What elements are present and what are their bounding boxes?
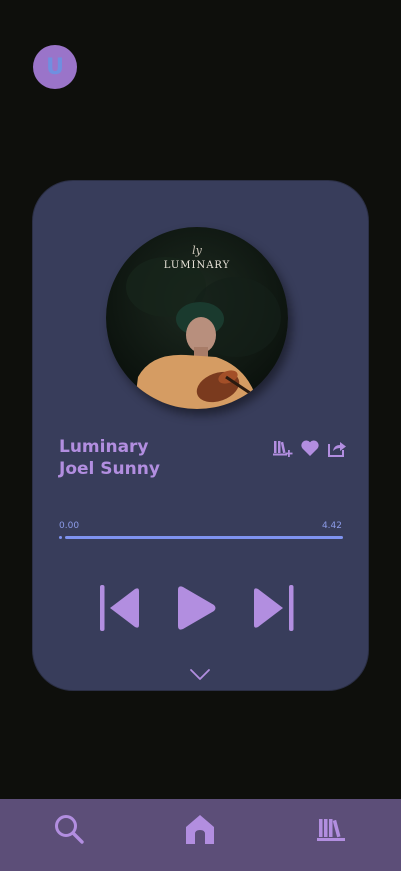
skip-previous-icon — [100, 585, 139, 631]
profile-avatar[interactable]: U — [33, 45, 77, 89]
share-icon[interactable] — [327, 438, 347, 458]
current-time: 0.00 — [59, 521, 80, 531]
track-artist: Joel Sunny — [59, 459, 160, 479]
track-title: Luminary — [59, 437, 149, 457]
nav-home[interactable] — [184, 813, 216, 845]
home-icon — [186, 815, 214, 844]
search-icon — [55, 815, 84, 844]
profile-initial: U — [46, 54, 64, 80]
add-to-playlist-icon[interactable] — [273, 438, 293, 458]
player-card: ly LUMINARY Luminary Joel Sunny 0.00 4.4… — [33, 181, 368, 690]
progress-track — [65, 536, 343, 539]
album-cover: ly LUMINARY — [106, 227, 288, 409]
track-actions — [273, 438, 347, 458]
album-cover-title: LUMINARY — [163, 260, 231, 271]
nav-search[interactable] — [53, 813, 85, 845]
heart-icon[interactable] — [300, 438, 320, 458]
skip-next-icon — [254, 585, 294, 631]
skip-next-button[interactable] — [253, 585, 294, 631]
progress-bar[interactable] — [59, 536, 343, 539]
collapse-player-button[interactable] — [189, 668, 211, 682]
bottom-navigation — [0, 799, 401, 871]
skip-previous-button[interactable] — [100, 585, 140, 631]
chevron-down-icon — [190, 669, 210, 680]
progress-thumb[interactable] — [59, 536, 62, 539]
album-signature: ly — [192, 244, 202, 257]
track-duration: 4.42 — [321, 521, 342, 531]
nav-library[interactable] — [315, 813, 347, 845]
play-button[interactable] — [177, 585, 217, 631]
library-icon — [317, 819, 345, 841]
play-icon — [178, 586, 216, 630]
